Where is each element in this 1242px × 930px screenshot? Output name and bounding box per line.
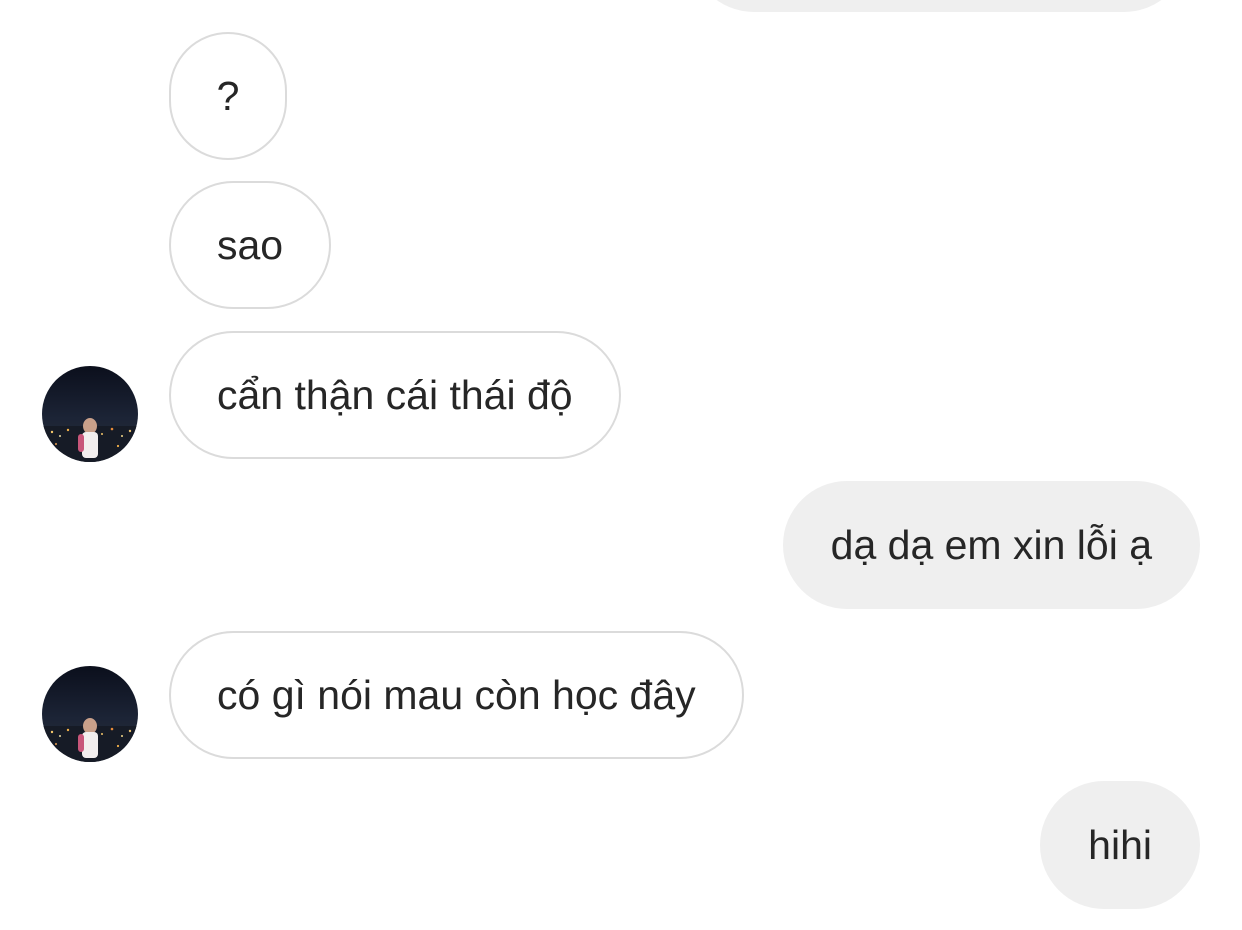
message-bubble-incoming[interactable]: có gì nói mau còn học đây [169, 631, 744, 759]
message-bubble-outgoing[interactable]: hihi [1040, 781, 1200, 909]
avatar-photo-icon [42, 366, 138, 462]
message-text: sao [217, 221, 284, 268]
avatar-photo-icon [42, 666, 138, 762]
message-bubble-outgoing[interactable]: dạ dạ em xin lỗi ạ [782, 481, 1200, 609]
contact-avatar[interactable] [42, 366, 138, 462]
message-text: cẩn thận cái thái độ [217, 371, 573, 418]
message-text: ? [216, 72, 240, 119]
contact-avatar[interactable] [42, 666, 138, 762]
message-text: hihi [1088, 821, 1152, 868]
message-text: dạ dạ em xin lỗi ạ [830, 521, 1152, 568]
message-bubble-incoming[interactable]: ? [169, 32, 287, 160]
message-bubble-incoming[interactable]: sao [169, 181, 332, 309]
message-bubble-incoming[interactable]: cẩn thận cái thái độ [169, 331, 621, 459]
message-text: có gì nói mau còn học đây [217, 671, 696, 718]
message-bubble-outgoing-partial [690, 0, 1188, 12]
